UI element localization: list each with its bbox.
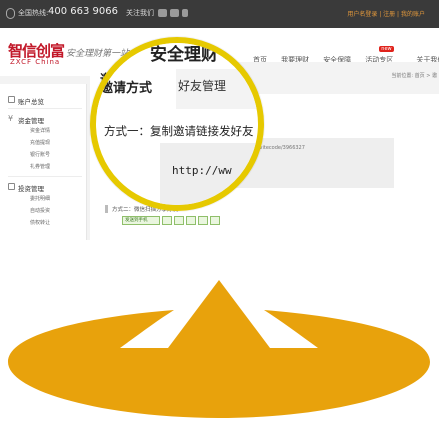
- weibo-icon[interactable]: [158, 9, 167, 17]
- divider: [8, 108, 82, 109]
- share-toolbar: 发送到手机: [122, 216, 222, 226]
- sidebar-item-entrust-detail[interactable]: 委托明细: [30, 195, 50, 202]
- arrow-shape: [8, 280, 430, 418]
- qq-share-icon[interactable]: [186, 216, 196, 225]
- screenshot-panel: 全国热线: 400 663 9066 关注我们 用户名登录 | 注册 | 我的账…: [0, 0, 439, 240]
- lens-link-box: [160, 143, 258, 205]
- sidebar-item-debt-transfer[interactable]: 债权转让: [30, 219, 50, 226]
- mobile-icon[interactable]: [182, 9, 188, 17]
- logo-english: ZXCF China: [10, 58, 61, 66]
- sidebar-item-bank-account[interactable]: 银行账号: [30, 151, 50, 158]
- account-links[interactable]: 用户名登录 | 注册 | 我的账户: [347, 9, 425, 18]
- sidebar-item-fund-detail[interactable]: 资金详情: [30, 127, 50, 134]
- lens-tab-invite-method-label: 邀请方式: [100, 81, 153, 96]
- lens-link-prefix: http://ww: [172, 164, 232, 177]
- lens-tab-invite-method[interactable]: 邀请方式: [96, 69, 176, 111]
- chart-icon: [8, 183, 15, 190]
- follow-label: 关注我们: [126, 9, 154, 17]
- sidebar-fund-management[interactable]: 资金管理: [18, 115, 44, 125]
- yen-icon: ¥: [8, 114, 14, 123]
- wechat-icon[interactable]: [170, 9, 179, 17]
- new-badge: new: [379, 46, 394, 52]
- user-icon: [8, 96, 15, 103]
- divider: [8, 176, 82, 177]
- magnifier-lens: 安全理财 邀请方式 好友管理 方式一：复制邀请链接发好友 http://ww: [90, 37, 264, 211]
- top-bar: 全国热线: 400 663 9066 关注我们 用户名登录 | 注册 | 我的账…: [0, 0, 439, 28]
- sidebar-investment-management[interactable]: 投资管理: [18, 183, 44, 193]
- more-share-icon[interactable]: [210, 216, 220, 225]
- section-marker: [105, 205, 108, 213]
- qzone-share-icon[interactable]: [162, 216, 172, 225]
- lens-tab-friend-management[interactable]: 好友管理: [178, 77, 226, 94]
- sidebar-item-auto-invest[interactable]: 自动投资: [30, 207, 50, 214]
- lens-slogan: 安全理财: [150, 45, 218, 65]
- hotline-label: 全国热线:: [18, 9, 49, 17]
- sidebar: 账户总览 ¥ 资金管理 资金详情 充值提现 银行账号 礼券管理 投资管理 委托明…: [0, 84, 87, 240]
- sidebar-item-recharge[interactable]: 充值提现: [30, 139, 50, 146]
- breadcrumb: 当前位置: 首页 > 邀: [391, 73, 437, 79]
- sidebar-item-coupons[interactable]: 礼券管理: [30, 163, 50, 170]
- lens-method-one-heading: 方式一：复制邀请链接发好友: [104, 124, 254, 138]
- send-to-phone-button[interactable]: 发送到手机: [122, 216, 160, 225]
- phone-icon: [6, 8, 15, 19]
- weibo-share-icon[interactable]: [174, 216, 184, 225]
- hotline-number: 400 663 9066: [48, 6, 118, 17]
- sidebar-account-overview[interactable]: 账户总览: [18, 96, 44, 106]
- renren-share-icon[interactable]: [198, 216, 208, 225]
- up-arrow-graphic: [8, 280, 430, 418]
